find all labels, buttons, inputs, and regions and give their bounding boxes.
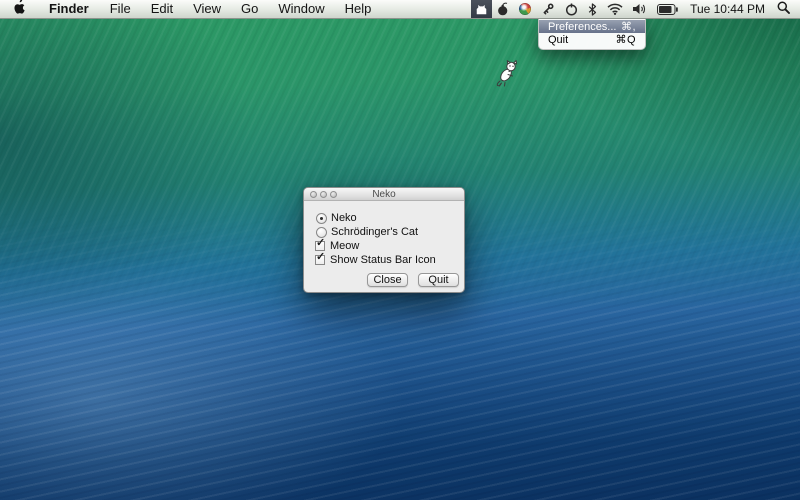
window-title: Neko bbox=[372, 189, 395, 200]
menubar-item-file[interactable]: File bbox=[100, 0, 141, 18]
radio-option-schrodingers-cat-label: Schrödinger's Cat bbox=[331, 226, 418, 238]
neko-status-bar-icon[interactable] bbox=[471, 0, 492, 18]
minimize-window-button[interactable] bbox=[320, 191, 327, 198]
power-ring-icon[interactable] bbox=[560, 0, 583, 18]
bluetooth-icon[interactable] bbox=[583, 0, 602, 18]
spotlight-button[interactable] bbox=[773, 0, 800, 18]
menu-item-quit-shortcut: ⌘Q bbox=[615, 33, 636, 46]
menubar-item-edit[interactable]: Edit bbox=[141, 0, 183, 18]
check-mark-glyph: ✓ bbox=[316, 250, 325, 263]
menubar-clock[interactable]: Tue 10:44 PM bbox=[683, 0, 773, 18]
close-window-button[interactable] bbox=[310, 191, 317, 198]
menubar-item-window[interactable]: Window bbox=[268, 0, 334, 18]
menu-item-quit[interactable]: Quit ⌘Q bbox=[539, 33, 645, 46]
radio-option-neko[interactable]: Neko bbox=[316, 212, 357, 224]
spotlight-search-icon bbox=[777, 1, 790, 17]
menu-item-preferences[interactable]: Preferences... ⌘, bbox=[539, 20, 645, 33]
volume-icon[interactable] bbox=[628, 0, 652, 18]
zoom-window-button[interactable] bbox=[330, 191, 337, 198]
checkbox-option-show-status-bar-icon[interactable]: ✓ Show Status Bar Icon bbox=[315, 254, 436, 266]
checkbox-option-meow-label: Meow bbox=[330, 240, 359, 252]
menu-item-preferences-label: Preferences... bbox=[548, 21, 616, 33]
apple-menu[interactable] bbox=[0, 0, 38, 18]
menubar-item-finder[interactable]: Finder bbox=[38, 0, 100, 18]
menu-bar-status-area: Tue 10:44 PM bbox=[471, 0, 800, 18]
checkbox-checked-icon[interactable]: ✓ bbox=[315, 255, 325, 265]
menubar-item-help[interactable]: Help bbox=[335, 0, 382, 18]
color-wheel-icon[interactable] bbox=[514, 0, 536, 18]
neko-cat-sprite bbox=[496, 60, 519, 92]
menu-item-preferences-shortcut: ⌘, bbox=[621, 20, 636, 33]
wifi-icon[interactable] bbox=[602, 0, 628, 18]
bomb-icon[interactable] bbox=[492, 0, 514, 18]
radio-selected-icon[interactable] bbox=[316, 213, 327, 224]
traffic-lights bbox=[310, 191, 337, 198]
close-button[interactable]: Close bbox=[367, 273, 408, 287]
desktop-wallpaper: Finder File Edit View Go Window Help bbox=[0, 0, 800, 500]
radio-option-schrodingers-cat[interactable]: Schrödinger's Cat bbox=[316, 226, 418, 238]
checkbox-option-show-status-bar-icon-label: Show Status Bar Icon bbox=[330, 254, 436, 266]
neko-status-menu: Preferences... ⌘, Quit ⌘Q bbox=[538, 19, 646, 50]
menu-item-quit-label: Quit bbox=[548, 34, 568, 46]
battery-icon[interactable] bbox=[652, 0, 683, 18]
key-icon[interactable] bbox=[536, 0, 560, 18]
menubar-item-view[interactable]: View bbox=[183, 0, 231, 18]
quit-button[interactable]: Quit bbox=[418, 273, 459, 287]
menu-bar: Finder File Edit View Go Window Help bbox=[0, 0, 800, 19]
window-title-bar[interactable]: Neko bbox=[304, 188, 464, 201]
menubar-item-go[interactable]: Go bbox=[231, 0, 268, 18]
check-mark-glyph: ✓ bbox=[316, 236, 325, 249]
menu-bar-left: Finder File Edit View Go Window Help bbox=[0, 0, 381, 18]
neko-window: Neko Neko Schrödinger's Cat ✓ Meow ✓ Sho… bbox=[303, 187, 465, 293]
apple-icon bbox=[13, 0, 26, 18]
radio-option-neko-label: Neko bbox=[331, 212, 357, 224]
